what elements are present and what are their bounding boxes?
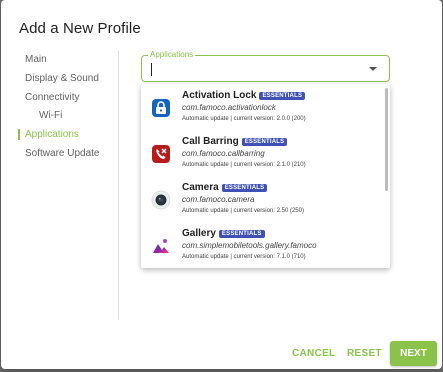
app-name-row: Activation Lock ESSENTIALS bbox=[182, 90, 306, 101]
add-profile-dialog: Add a New Profile Main Display & Sound C… bbox=[1, 0, 442, 369]
nav-item-main[interactable]: Main bbox=[25, 54, 47, 65]
app-name: Activation Lock bbox=[182, 90, 257, 101]
app-package: com.simplemobiletools.gallery.famoco bbox=[182, 241, 317, 250]
app-name-row: Call Barring ESSENTIALS bbox=[182, 136, 288, 147]
app-update-info: Automatic update | current version: 2.50… bbox=[182, 208, 304, 214]
text-cursor bbox=[151, 63, 152, 76]
gallery-icon bbox=[153, 239, 169, 253]
essentials-badge: ESSENTIALS bbox=[259, 92, 306, 100]
app-package: com.famoco.callbarring bbox=[182, 149, 265, 158]
applications-dropdown-list: Activation Lock ESSENTIALS com.famoco.act… bbox=[141, 84, 390, 268]
active-indicator bbox=[18, 129, 20, 140]
dropdown-arrow-icon[interactable] bbox=[369, 67, 377, 71]
app-name-row: Camera ESSENTIALS bbox=[182, 182, 268, 193]
dialog-title: Add a New Profile bbox=[19, 20, 141, 37]
phone-icon bbox=[152, 145, 170, 163]
essentials-badge: ESSENTIALS bbox=[221, 184, 268, 192]
nav-item-connectivity[interactable]: Connectivity bbox=[25, 92, 79, 103]
list-item-call-barring[interactable]: Call Barring ESSENTIALS com.famoco.callba… bbox=[141, 130, 387, 176]
nav-item-wifi[interactable]: Wi-Fi bbox=[39, 110, 62, 121]
reset-button[interactable]: RESET bbox=[347, 348, 382, 359]
list-item-camera[interactable]: Camera ESSENTIALS com.famoco.camera Autom… bbox=[141, 176, 387, 222]
app-name: Camera bbox=[182, 182, 219, 193]
nav-item-software-update[interactable]: Software Update bbox=[25, 148, 100, 159]
essentials-badge: ESSENTIALS bbox=[218, 230, 265, 238]
applications-field-label: Applications bbox=[148, 50, 196, 60]
camera-icon bbox=[151, 190, 171, 210]
app-name: Call Barring bbox=[182, 136, 239, 147]
nav-item-applications[interactable]: Applications bbox=[25, 129, 79, 140]
essentials-badge: ESSENTIALS bbox=[241, 138, 288, 146]
app-update-info: Automatic update | current version: 7.1.… bbox=[182, 254, 306, 260]
list-item-activation-lock[interactable]: Activation Lock ESSENTIALS com.famoco.act… bbox=[141, 84, 387, 130]
app-name: Gallery bbox=[182, 228, 216, 239]
app-name-row: Gallery ESSENTIALS bbox=[182, 228, 265, 239]
nav-item-display-sound[interactable]: Display & Sound bbox=[25, 73, 99, 84]
list-item-gallery[interactable]: Gallery ESSENTIALS com.simplemobiletools.… bbox=[141, 222, 387, 268]
app-package: com.famoco.activationlock bbox=[182, 103, 276, 112]
next-button[interactable]: NEXT bbox=[390, 341, 437, 366]
app-update-info: Automatic update | current version: 2.1.… bbox=[182, 162, 306, 168]
app-package: com.famoco.camera bbox=[182, 195, 255, 204]
profile-sections-nav: Main Display & Sound Connectivity Wi-Fi … bbox=[18, 50, 119, 320]
lock-icon bbox=[152, 99, 170, 117]
app-update-info: Automatic update | current version: 2.0.… bbox=[182, 116, 306, 122]
applications-select[interactable]: Applications bbox=[141, 50, 390, 82]
cancel-button[interactable]: CANCEL bbox=[292, 348, 335, 359]
